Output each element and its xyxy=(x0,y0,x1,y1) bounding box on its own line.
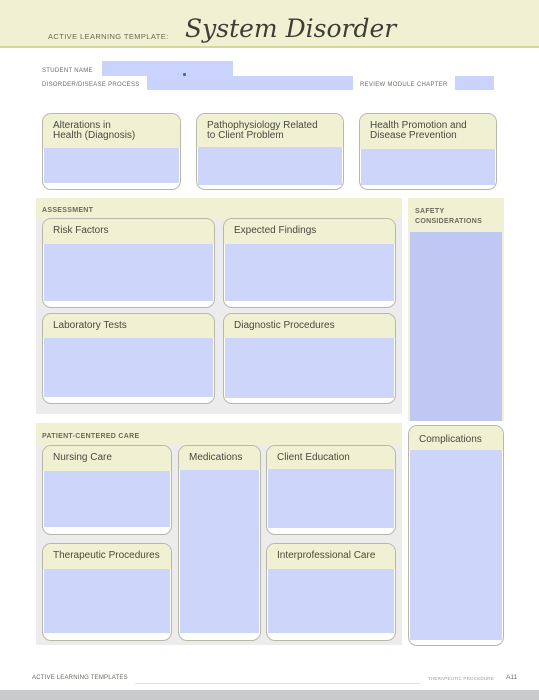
page-title: System Disorder xyxy=(185,14,397,43)
disorder-process-field[interactable] xyxy=(147,76,353,90)
pathophysiology-input[interactable] xyxy=(198,147,342,185)
nursing-care-input[interactable] xyxy=(44,471,170,527)
diagnostic-procedures-card: Diagnostic Procedures xyxy=(223,313,396,404)
diagnostic-procedures-input[interactable] xyxy=(225,338,394,398)
card-header: Diagnostic Procedures xyxy=(224,314,395,338)
nursing-care-card: Nursing Care xyxy=(42,445,172,535)
footer-left-label: ACTIVE LEARNING TEMPLATES xyxy=(32,675,128,681)
safety-input[interactable] xyxy=(410,232,502,421)
card-title-line2: to Client Problem xyxy=(207,130,284,141)
footer-divider xyxy=(135,683,420,684)
template-label: ACTIVE LEARNING TEMPLATE: xyxy=(48,32,169,41)
risk-factors-card: Risk Factors xyxy=(42,218,215,308)
safety-title-line2: CONSIDERATIONS xyxy=(415,218,483,225)
card-header: Medications xyxy=(179,446,260,470)
alterations-in-health-input[interactable] xyxy=(44,148,179,183)
safety-title-line1: SAFETY xyxy=(415,208,445,215)
patient-care-title: PATIENT-CENTERED CARE xyxy=(42,433,140,440)
expected-findings-card: Expected Findings xyxy=(223,218,396,308)
card-header: Client Education xyxy=(267,446,395,469)
medications-card: Medications xyxy=(178,445,261,641)
card-header: Expected Findings xyxy=(224,219,395,244)
pathophysiology-card: Pathophysiology Related to Client Proble… xyxy=(196,113,344,190)
card-header: Alterations in Health (Diagnosis) xyxy=(43,114,180,148)
client-education-card: Client Education xyxy=(266,445,396,535)
card-header: Risk Factors xyxy=(43,219,214,244)
interprofessional-care-card: Interprofessional Care xyxy=(266,543,396,641)
card-header: Laboratory Tests xyxy=(43,314,214,338)
health-promotion-input[interactable] xyxy=(361,149,495,185)
client-education-input[interactable] xyxy=(268,469,394,528)
card-title-line2: Health (Diagnosis) xyxy=(53,130,136,141)
health-promotion-card: Health Promotion and Disease Prevention xyxy=(359,113,497,190)
footer-right-label: THERAPEUTIC PROCEDURE xyxy=(428,676,494,681)
risk-factors-input[interactable] xyxy=(44,244,213,301)
disorder-process-label: DISORDER/DISEASE PROCESS xyxy=(42,82,140,88)
laboratory-tests-input[interactable] xyxy=(44,338,213,397)
card-header: Therapeutic Procedures xyxy=(43,544,171,569)
alterations-in-health-card: Alterations in Health (Diagnosis) xyxy=(42,113,181,190)
footer-page-number: A11 xyxy=(506,674,518,681)
student-name-label: STUDENT NAME xyxy=(42,68,93,74)
safety-section: SAFETY CONSIDERATIONS xyxy=(408,198,504,421)
safety-title: SAFETY CONSIDERATIONS xyxy=(415,207,482,227)
assessment-title: ASSESSMENT xyxy=(42,207,94,214)
interprofessional-care-input[interactable] xyxy=(268,569,394,633)
laboratory-tests-card: Laboratory Tests xyxy=(42,313,215,404)
medications-input[interactable] xyxy=(180,470,259,633)
complications-card: Complications xyxy=(408,425,504,646)
review-module-chapter-label: REVIEW MODULE CHAPTER xyxy=(360,82,448,88)
complications-input[interactable] xyxy=(410,450,502,640)
therapeutic-procedures-input[interactable] xyxy=(44,569,170,633)
card-header: Interprofessional Care xyxy=(267,544,395,569)
expected-findings-input[interactable] xyxy=(225,244,394,301)
student-name-field[interactable] xyxy=(102,61,233,76)
card-title-line2: Disease Prevention xyxy=(370,130,457,141)
card-header: Complications xyxy=(409,426,503,450)
bottom-bar xyxy=(0,690,539,700)
card-header: Health Promotion and Disease Prevention xyxy=(360,114,496,149)
card-header: Pathophysiology Related to Client Proble… xyxy=(197,114,343,147)
therapeutic-procedures-card: Therapeutic Procedures xyxy=(42,543,172,641)
review-module-chapter-field[interactable] xyxy=(455,76,494,90)
card-header: Nursing Care xyxy=(43,446,171,471)
